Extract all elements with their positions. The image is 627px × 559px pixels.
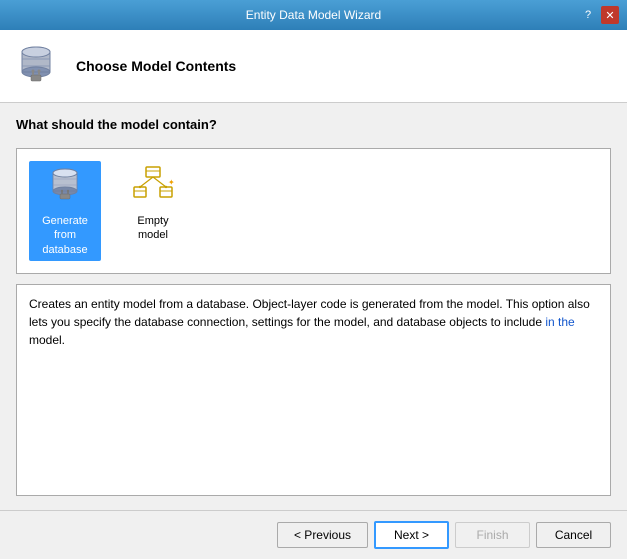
footer-section: < Previous Next > Finish Cancel <box>0 510 627 559</box>
description-box: Creates an entity model from a database.… <box>16 284 611 496</box>
previous-button[interactable]: < Previous <box>277 522 368 548</box>
header-icon <box>16 42 64 90</box>
header-title: Choose Model Contents <box>76 58 236 74</box>
header-section: Choose Model Contents <box>0 30 627 103</box>
finish-button: Finish <box>455 522 530 548</box>
empty-model-icon: ✦ <box>132 165 174 210</box>
option-empty-model[interactable]: ✦ Empty model <box>117 161 189 247</box>
content-section: What should the model contain? <box>0 103 627 510</box>
dialog-body: Choose Model Contents What should the mo… <box>0 30 627 559</box>
title-controls: ? ✕ <box>579 6 619 24</box>
help-button[interactable]: ? <box>579 6 597 24</box>
options-box: Generate from database <box>16 148 611 274</box>
dialog-title: Entity Data Model Wizard <box>48 8 579 22</box>
title-bar: Entity Data Model Wizard ? ✕ <box>0 0 627 30</box>
option-generate-from-db[interactable]: Generate from database <box>29 161 101 261</box>
generate-db-icon <box>44 165 86 210</box>
generate-db-label: Generate from database <box>33 214 97 257</box>
section-label: What should the model contain? <box>16 117 611 132</box>
empty-model-label: Empty model <box>121 214 185 243</box>
svg-text:✦: ✦ <box>168 178 174 187</box>
cancel-button[interactable]: Cancel <box>536 522 611 548</box>
description-text: Creates an entity model from a database.… <box>29 297 590 347</box>
next-button[interactable]: Next > <box>374 521 449 549</box>
close-button[interactable]: ✕ <box>601 6 619 24</box>
description-highlight: in the <box>545 315 574 329</box>
